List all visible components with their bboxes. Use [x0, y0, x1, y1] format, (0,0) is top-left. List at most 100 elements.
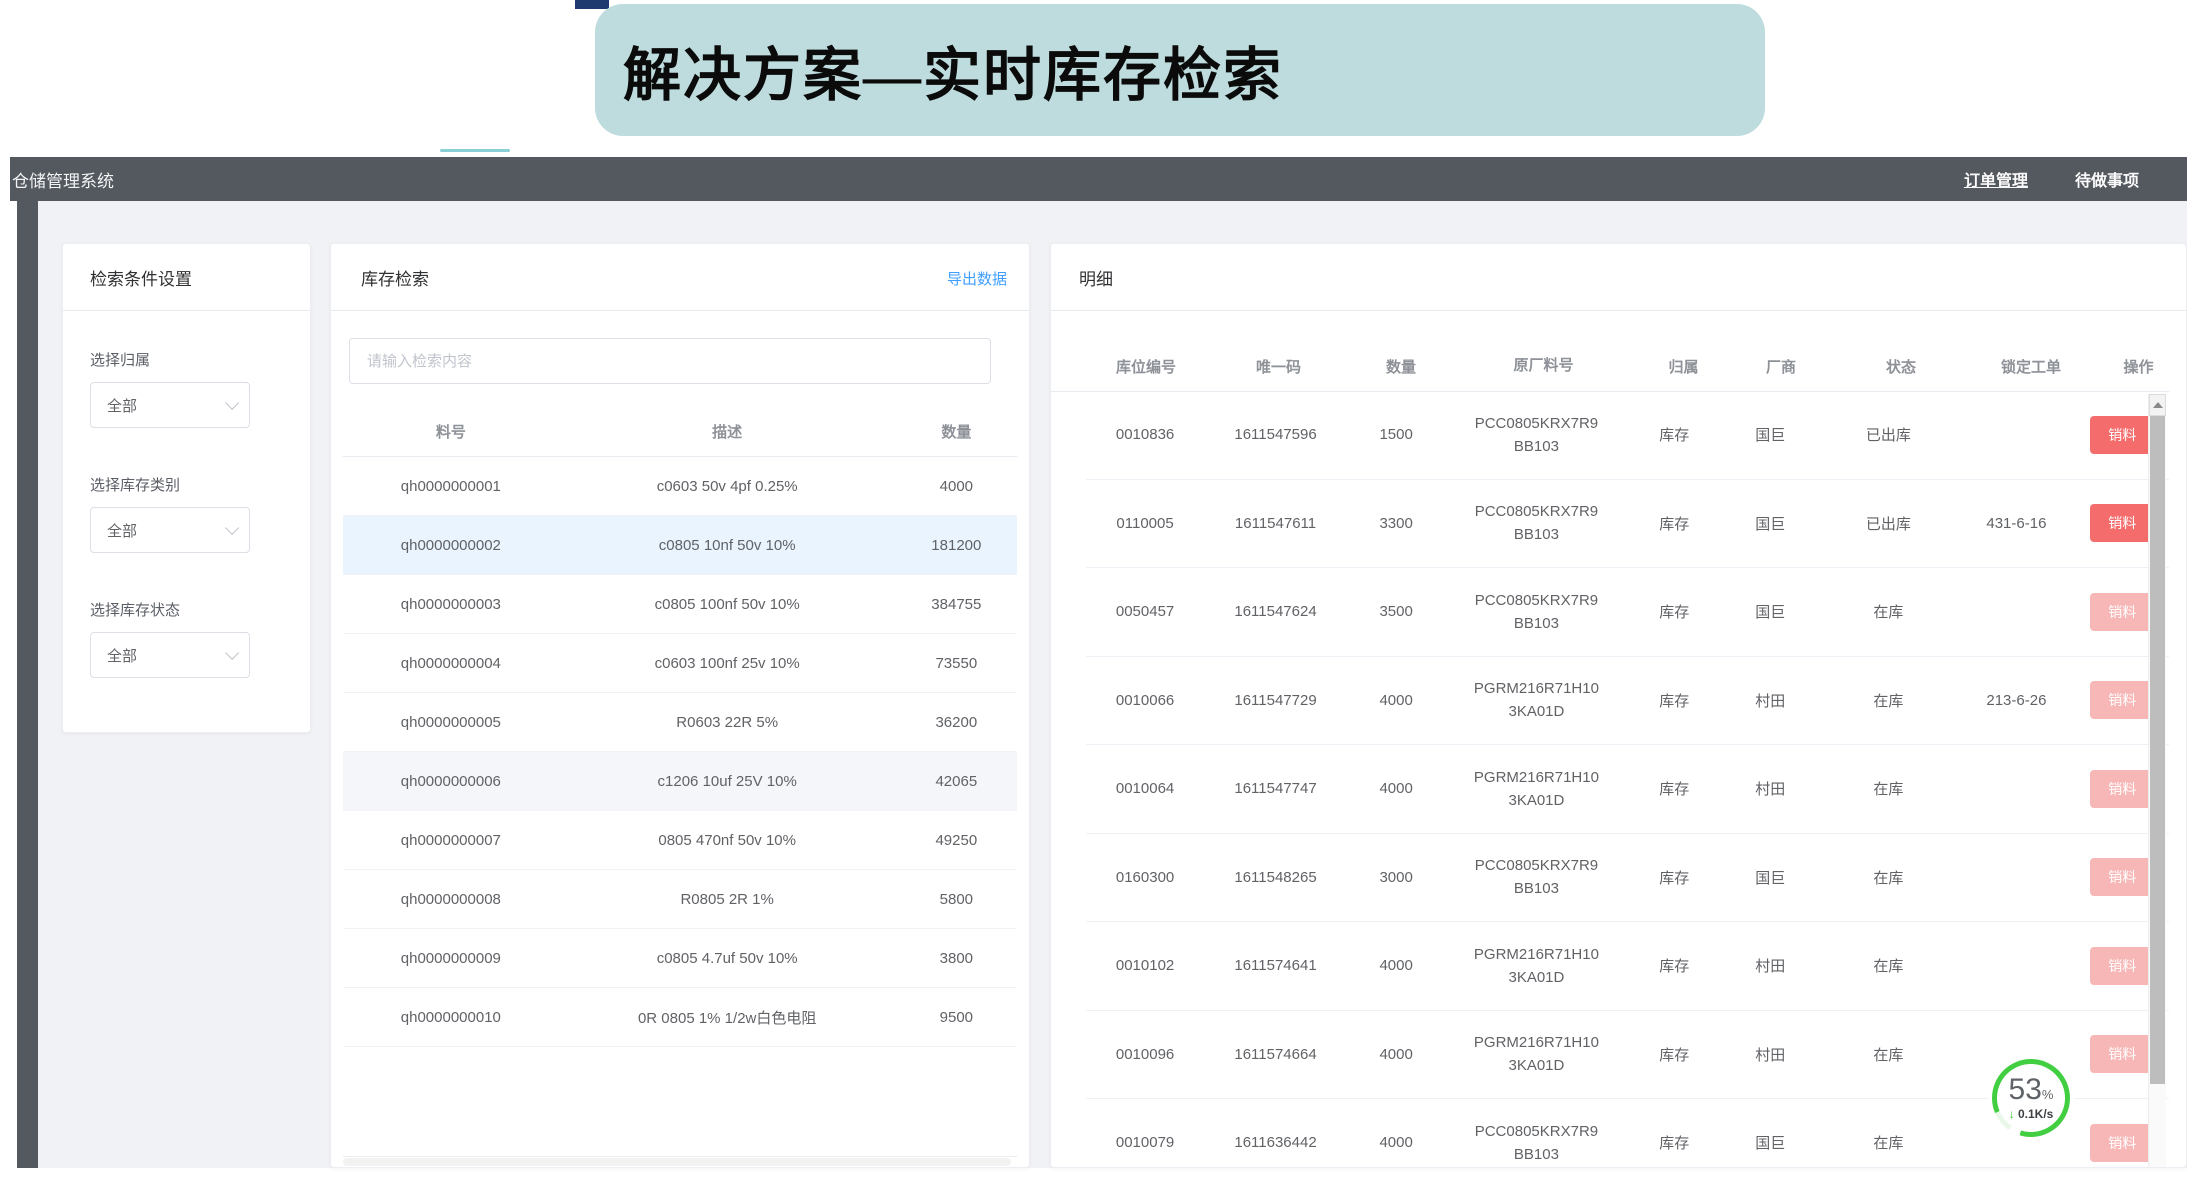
detail-scrollbar[interactable] [2148, 394, 2166, 1167]
detail-cell-part-number: PCC0805KRX7R9BB103 [1445, 589, 1627, 636]
detail-cell-uid: 1611547729 [1204, 692, 1347, 709]
inventory-row[interactable]: qh0000000008 R0805 2R 1% 5800 [343, 870, 1017, 929]
detail-cell-qty: 4000 [1347, 1046, 1445, 1063]
consume-material-button[interactable]: 销料 [2090, 1035, 2154, 1073]
inventory-cell-part: qh0000000003 [343, 596, 559, 613]
detail-cell-vendor: 村田 [1721, 955, 1819, 976]
detail-cell-vendor: 国巨 [1721, 513, 1819, 534]
deco-navy-chip [575, 0, 609, 9]
detail-cell-owner: 库存 [1628, 1132, 1722, 1153]
detail-cell-owner: 库存 [1628, 601, 1722, 622]
inventory-cell-qty: 4000 [896, 478, 1017, 495]
consume-material-button[interactable]: 销料 [2090, 770, 2154, 808]
detail-row: 0160300 1611548265 3000 PCC0805KRX7R9BB1… [1086, 834, 2169, 923]
filter-panel-body: 选择归属 全部 选择库存类别 全部 选择库存状态 全部 [63, 349, 310, 678]
column-header-status: 状态 [1831, 356, 1971, 377]
nav-todo-items[interactable]: 待做事项 [2075, 167, 2139, 191]
page-title: 解决方案—实时库存检索 [623, 28, 1283, 112]
column-header-owner: 归属 [1636, 356, 1731, 377]
inventory-cell-desc: c1206 10uf 25V 10% [559, 773, 896, 790]
consume-material-button[interactable]: 销料 [2090, 858, 2154, 896]
detail-cell-vendor: 村田 [1721, 1044, 1819, 1065]
detail-cell-status: 在库 [1819, 601, 1957, 622]
inventory-bottom-divider [343, 1156, 1017, 1157]
inventory-cell-part: qh0000000002 [343, 537, 559, 554]
nav-order-management[interactable]: 订单管理 [1964, 167, 2028, 191]
download-progress-badge[interactable]: 53% ↓ 0.1K/s [1992, 1059, 2070, 1137]
scroll-up-button[interactable] [2149, 394, 2166, 416]
inventory-cell-part: qh0000000009 [343, 950, 559, 967]
detail-cell-part-number: PCC0805KRX7R9BB103 [1445, 500, 1627, 547]
inventory-row[interactable]: qh0000000010 0R 0805 1% 1/2w白色电阻 9500 [343, 988, 1017, 1047]
detail-cell-part-number: PGRM216R71H103KA01D [1445, 766, 1627, 813]
detail-cell-location: 0110005 [1086, 515, 1204, 532]
owner-select[interactable]: 全部 [90, 382, 250, 428]
title-banner: 解决方案—实时库存检索 [595, 4, 1765, 136]
detail-row: 0010066 1611547729 4000 PGRM216R71H103KA… [1086, 657, 2169, 746]
column-header-part-number: 原厂料号 [1451, 354, 1636, 377]
inventory-cell-desc: c0603 100nf 25v 10% [559, 655, 896, 672]
status-select-value: 全部 [107, 645, 137, 666]
inventory-row[interactable]: qh0000000003 c0805 100nf 50v 10% 384755 [343, 575, 1017, 634]
consume-material-button[interactable]: 销料 [2090, 593, 2154, 631]
app-brand: 仓储管理系统 [12, 167, 114, 192]
column-header-desc: 描述 [559, 421, 896, 442]
inventory-cell-desc: R0805 2R 1% [559, 891, 896, 908]
inventory-cell-part: qh0000000001 [343, 478, 559, 495]
inventory-cell-qty: 181200 [896, 537, 1017, 554]
inventory-row[interactable]: qh0000000002 c0805 10nf 50v 10% 181200 [343, 516, 1017, 575]
detail-cell-part-number: PGRM216R71H103KA01D [1445, 677, 1627, 724]
collapsed-sidebar [17, 201, 38, 1168]
consume-material-button[interactable]: 销料 [2090, 504, 2154, 542]
column-header-part: 料号 [343, 421, 559, 442]
scroll-up-icon [2153, 402, 2163, 408]
inventory-row[interactable]: qh0000000006 c1206 10uf 25V 10% 42065 [343, 752, 1017, 811]
inventory-cell-qty: 73550 [896, 655, 1017, 672]
inventory-cell-desc: 0805 470nf 50v 10% [559, 832, 896, 849]
status-select[interactable]: 全部 [90, 632, 250, 678]
inventory-cell-qty: 5800 [896, 891, 1017, 908]
detail-cell-qty: 3500 [1347, 603, 1445, 620]
filter-group-status: 选择库存状态 全部 [90, 599, 283, 678]
inventory-row[interactable]: qh0000000009 c0805 4.7uf 50v 10% 3800 [343, 929, 1017, 988]
inventory-row[interactable]: qh0000000005 R0603 22R 5% 36200 [343, 693, 1017, 752]
inventory-horizontal-scrollbar[interactable] [343, 1158, 1011, 1166]
filter-label: 选择库存类别 [90, 474, 283, 495]
inventory-row[interactable]: qh0000000004 c0603 100nf 25v 10% 73550 [343, 634, 1017, 693]
inventory-cell-qty: 9500 [896, 1009, 1017, 1026]
detail-row: 0050457 1611547624 3500 PCC0805KRX7R9BB1… [1086, 568, 2169, 657]
detail-cell-status: 已出库 [1819, 424, 1957, 445]
filter-panel: 检索条件设置 选择归属 全部 选择库存类别 全部 选择库存状态 全部 [62, 243, 311, 733]
detail-cell-uid: 1611548265 [1204, 869, 1347, 886]
scrollbar-thumb[interactable] [2150, 416, 2165, 1084]
search-input[interactable] [349, 338, 991, 384]
download-progress-content: 53% ↓ 0.1K/s [1992, 1059, 2070, 1137]
inventory-row[interactable]: qh0000000001 c0603 50v 4pf 0.25% 4000 [343, 457, 1017, 516]
inventory-cell-qty: 49250 [896, 832, 1017, 849]
detail-cell-part-number: PCC0805KRX7R9BB103 [1445, 412, 1627, 459]
column-header-location: 库位编号 [1086, 356, 1206, 377]
consume-material-button[interactable]: 销料 [2090, 681, 2154, 719]
detail-cell-uid: 1611636442 [1204, 1134, 1347, 1151]
detail-cell-location: 0010064 [1086, 780, 1204, 797]
detail-row: 0110005 1611547611 3300 PCC0805KRX7R9BB1… [1086, 480, 2169, 569]
inventory-row[interactable]: qh0000000007 0805 470nf 50v 10% 49250 [343, 811, 1017, 870]
detail-cell-owner: 库存 [1628, 778, 1722, 799]
detail-cell-location: 0010096 [1086, 1046, 1204, 1063]
detail-cell-status: 在库 [1819, 778, 1957, 799]
detail-cell-vendor: 国巨 [1721, 867, 1819, 888]
detail-cell-uid: 1611547596 [1204, 426, 1347, 443]
detail-cell-part-number: PGRM216R71H103KA01D [1445, 943, 1627, 990]
consume-material-button[interactable]: 销料 [2090, 1124, 2154, 1162]
inventory-search-panel: 库存检索 导出数据 料号 描述 数量 qh0000000001 c0603 50… [330, 243, 1030, 1168]
inventory-cell-desc: c0805 100nf 50v 10% [559, 596, 896, 613]
category-select[interactable]: 全部 [90, 507, 250, 553]
consume-material-button[interactable]: 销料 [2090, 416, 2154, 454]
detail-cell-location: 0010066 [1086, 692, 1204, 709]
detail-cell-owner: 库存 [1628, 513, 1722, 534]
consume-material-button[interactable]: 销料 [2090, 947, 2154, 985]
export-data-link[interactable]: 导出数据 [947, 268, 1007, 289]
detail-cell-owner: 库存 [1628, 1044, 1722, 1065]
category-select-value: 全部 [107, 520, 137, 541]
detail-cell-vendor: 村田 [1721, 690, 1819, 711]
